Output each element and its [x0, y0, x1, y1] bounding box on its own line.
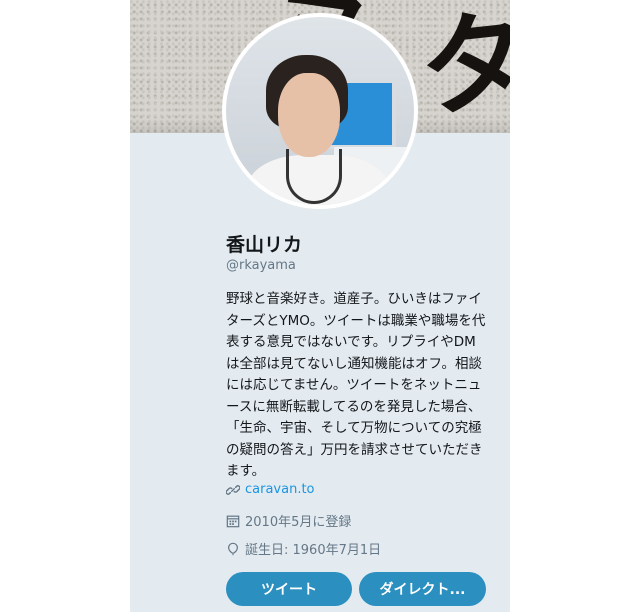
banner-calligraphy: タ — [413, 0, 510, 135]
profile-bio: 野球と音楽好き。道産子。ひいきはファイターズとYMO。ツイートは職業や職場を代表… — [226, 291, 486, 479]
avatar[interactable] — [222, 13, 418, 209]
calendar-icon — [226, 515, 240, 527]
avatar-photo — [226, 17, 414, 205]
profile-handle[interactable]: @rkayama — [226, 258, 296, 273]
link-icon — [226, 484, 240, 495]
joined-text: 2010年5月に登録 — [245, 515, 352, 530]
profile-joined: 2010年5月に登録 — [226, 511, 351, 530]
tweet-button[interactable]: ツイート — [226, 572, 352, 606]
balloon-icon — [228, 542, 238, 555]
profile-website[interactable]: caravan.to — [226, 482, 315, 497]
website-link[interactable]: caravan.to — [245, 482, 315, 497]
birthday-text: 誕生日: 1960年7月1日 — [245, 543, 382, 558]
profile-card: ヌ タ 香山リカ @rkayama 野球と音楽好き。道産子。ひいきはファイターズ… — [130, 0, 510, 612]
direct-message-button[interactable]: ダイレクト... — [359, 572, 486, 606]
profile-name[interactable]: 香山リカ — [226, 230, 302, 257]
profile-birthday: 誕生日: 1960年7月1日 — [226, 539, 381, 558]
